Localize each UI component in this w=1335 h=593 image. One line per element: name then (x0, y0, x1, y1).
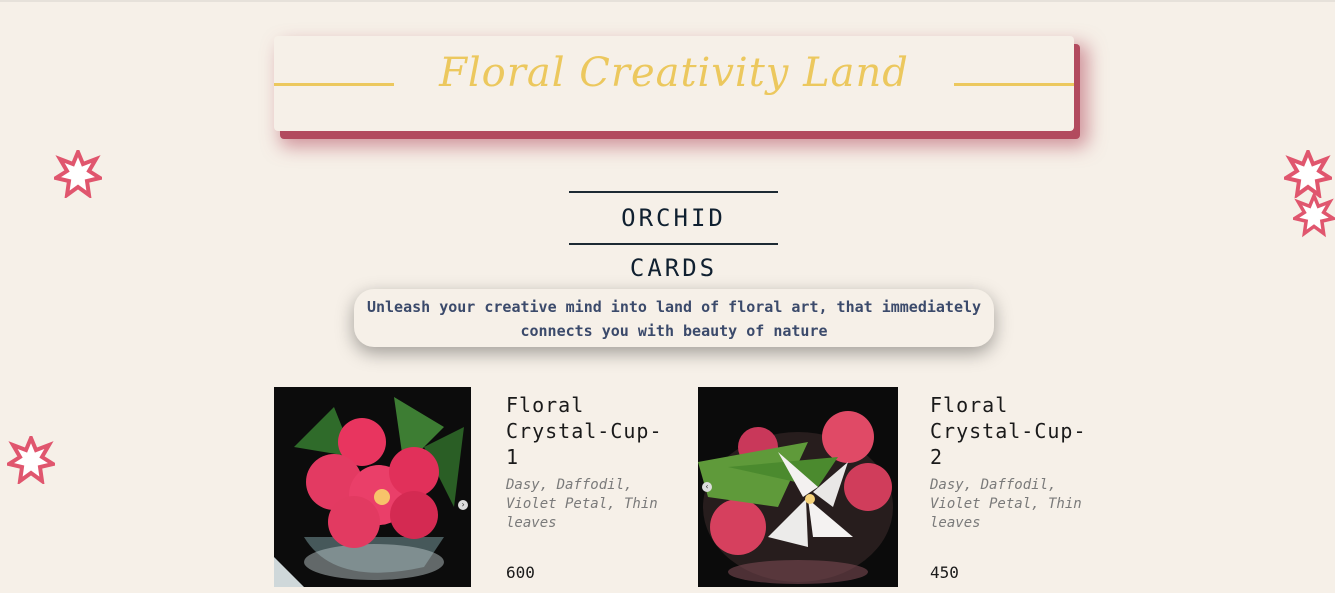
chevron-left-icon[interactable]: ‹ (702, 482, 712, 492)
section-title: ORCHID CARDS (569, 191, 778, 282)
product-image[interactable]: › (274, 387, 471, 587)
product-price: 600 (506, 563, 535, 582)
product-info: Floral Crystal-Cup-1 Dasy, Daffodil, Vio… (506, 392, 666, 533)
site-title: Floral Creativity Land (439, 50, 909, 96)
flower-icon (7, 436, 55, 484)
product-description: Dasy, Daffodil, Violet Petal, Thin leave… (506, 477, 658, 531)
flower-icon (1293, 192, 1335, 238)
chevron-right-icon[interactable]: › (458, 500, 468, 510)
product-price: 450 (930, 563, 959, 582)
product-name[interactable]: Floral Crystal-Cup-1 (506, 392, 666, 470)
flower-icon (54, 150, 102, 198)
product-image[interactable]: ‹ (698, 387, 898, 587)
flower-icon (1284, 150, 1332, 198)
product-name[interactable]: Floral Crystal-Cup-2 (930, 392, 1090, 470)
banner-divider-right (954, 83, 1074, 86)
tagline: Unleash your creative mind into land of … (354, 289, 994, 347)
site-banner: Floral Creativity Land (274, 36, 1074, 131)
product-description: Dasy, Daffodil, Violet Petal, Thin leave… (930, 477, 1082, 531)
product-info: Floral Crystal-Cup-2 Dasy, Daffodil, Vio… (930, 392, 1090, 533)
